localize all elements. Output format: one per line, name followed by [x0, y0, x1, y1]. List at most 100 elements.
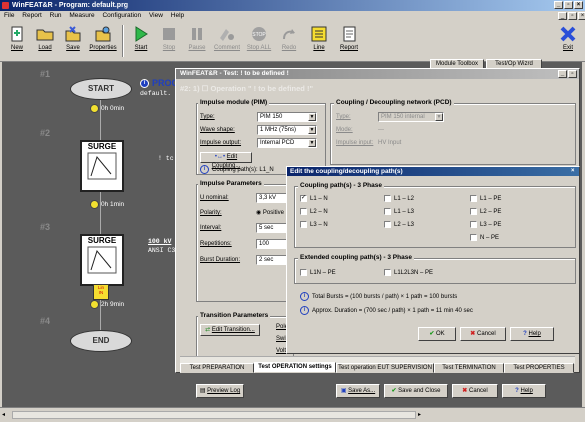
mdi-close-button[interactable]: × [578, 12, 585, 20]
menu-measure[interactable]: Measure [69, 12, 94, 19]
clock-icon [90, 200, 99, 209]
new-file-icon [11, 26, 23, 42]
total-bursts-info: i Total Bursts = (100 bursts / path) × 1 … [300, 292, 457, 301]
sequence-connector [100, 80, 101, 350]
save-close-button[interactable]: ✔ Save and Close [384, 384, 448, 398]
mdi-restore-button[interactable]: ▫ [568, 12, 577, 20]
type-select[interactable]: PIM 150 ▼ [257, 112, 317, 122]
exit-icon [560, 26, 576, 42]
surge-node[interactable]: SURGE [80, 140, 124, 192]
tab-test-preparation[interactable]: Test PREPARATION [180, 363, 254, 373]
step-time: 0h 1min [90, 200, 124, 209]
pcd-title: Coupling / Decoupling network (PCD) [334, 99, 454, 106]
checkbox-l2-n[interactable]: L2 – N [300, 208, 328, 215]
pcd-group [330, 103, 576, 165]
pcd-mode-value: --- [378, 127, 384, 133]
scroll-left-arrow[interactable]: ◂ [2, 411, 10, 419]
exit-button[interactable]: Exit [555, 23, 581, 59]
tab-test-operation-settings[interactable]: Test OPERATION settings [254, 362, 336, 373]
pause-button[interactable]: Pause [184, 23, 210, 59]
impulse-module-title: Impulse module (PIM) [198, 99, 270, 106]
help-button[interactable]: ? Help [502, 384, 546, 398]
check-icon: ✔ [391, 388, 397, 394]
maximize-button[interactable]: ▫ [564, 1, 573, 9]
transition-icon: ⇄ [205, 327, 211, 333]
step-number: #1 [40, 69, 51, 79]
edit-coupling-button[interactable]: •↔• Edit Coupling... [200, 152, 252, 169]
test-window-title-bar: WinFEAT&R - Test: ! to be defined ! _ ▫ [176, 69, 579, 79]
test-minimize-button[interactable]: _ [558, 70, 567, 78]
new-button[interactable]: New [4, 23, 30, 59]
save-as-button[interactable]: ▣ Save As... [336, 384, 380, 398]
close-button[interactable]: × [574, 1, 583, 9]
checkbox-l2-l3[interactable]: L2 – L3 [384, 221, 414, 228]
mdi-minimize-button[interactable]: _ [558, 12, 567, 20]
chevron-down-icon: ▼ [435, 113, 443, 121]
surge-waveform-icon [87, 246, 117, 274]
chevron-down-icon: ▼ [308, 126, 316, 134]
checkbox-l1-pe[interactable]: L1 – PE [470, 195, 501, 202]
report-icon [343, 26, 356, 42]
save-icon [65, 26, 81, 42]
test-restore-button[interactable]: ▫ [568, 70, 577, 78]
redo-button[interactable]: Redo [276, 23, 302, 59]
properties-button[interactable]: Properties [88, 23, 118, 59]
tab-test-termination[interactable]: Test TERMINATION [434, 363, 504, 373]
tab-eut-supervision[interactable]: Test operation EUT SUPERVISION [336, 363, 434, 373]
report-button[interactable]: Report [336, 23, 362, 59]
info-icon: i [300, 306, 309, 315]
comment-button[interactable]: Comment [212, 23, 242, 59]
checkbox-l1l2l3n-pe[interactable]: L1L2L3N – PE [384, 269, 433, 276]
checkbox-l1-n[interactable]: ✓ L1 – N [300, 195, 328, 202]
coupling-info: i Coupling path(s): L1_N [200, 165, 274, 174]
start-button[interactable]: Start [128, 23, 154, 59]
menu-view[interactable]: View [149, 12, 163, 19]
start-node[interactable]: START [70, 78, 132, 100]
stop-icon [163, 28, 175, 40]
menu-help[interactable]: Help [171, 12, 184, 19]
waveshape-select[interactable]: 1 MHz (75ns) ▼ [257, 125, 317, 135]
tab-test-properties[interactable]: Test PROPERTIES [504, 363, 574, 373]
step-text: ! tc [158, 155, 174, 162]
main-scrollbar[interactable]: ◂ ▸ [0, 407, 585, 422]
line-button[interactable]: Line [306, 23, 332, 59]
impulse-output-select[interactable]: Internal PCD ▼ [257, 138, 317, 148]
save-button[interactable]: Save [60, 23, 86, 59]
pcd-input-label: Impulse input: [336, 140, 374, 146]
dialog-help-button[interactable]: ? Help [510, 327, 554, 341]
end-node[interactable]: END [70, 330, 132, 352]
checkbox-l1n-pe[interactable]: L1N – PE [300, 269, 336, 276]
waveshape-label: Wave shape: [200, 127, 235, 133]
checkbox-l1-l3[interactable]: L1 – L3 [384, 208, 414, 215]
checkbox-l3-pe[interactable]: L3 – PE [470, 221, 501, 228]
step-number: #3 [40, 222, 51, 232]
menu-configuration[interactable]: Configuration [102, 12, 141, 19]
transition-label-voltage: Volt [276, 348, 287, 354]
scroll-thumb[interactable] [12, 411, 416, 419]
polarity-radio[interactable]: ◉ Positive [256, 209, 284, 216]
cancel-icon: ✖ [462, 388, 468, 394]
preview-log-button[interactable]: ▤ Preview Log [196, 384, 244, 398]
scroll-right-arrow[interactable]: ▸ [418, 411, 426, 419]
menu-run[interactable]: Run [50, 12, 62, 19]
step-number: #4 [40, 316, 51, 326]
checkbox-l1-l2[interactable]: L1 – L2 [384, 195, 414, 202]
menu-file[interactable]: File [4, 12, 14, 19]
dialog-ok-button[interactable]: ✔ OK [418, 327, 456, 341]
checkbox-n-pe[interactable]: N – PE [470, 234, 499, 241]
clock-icon [90, 104, 99, 113]
menu-report[interactable]: Report [22, 12, 42, 19]
checkbox-l3-n[interactable]: L3 – N [300, 221, 328, 228]
dialog-close-icon[interactable]: × [571, 167, 575, 176]
edit-transition-button[interactable]: ⇄ Edit Transition... [200, 324, 260, 336]
stop-button[interactable]: Stop [156, 23, 182, 59]
load-button[interactable]: Load [32, 23, 58, 59]
dialog-cancel-button[interactable]: ✖ Cancel [460, 327, 506, 341]
cancel-button[interactable]: ✖ Cancel [452, 384, 498, 398]
surge-node[interactable]: SURGE [80, 234, 124, 286]
pcd-type-select[interactable]: PIM 150 internal ▼ [378, 112, 444, 122]
minimize-button[interactable]: _ [554, 1, 563, 9]
app-logo-icon [2, 2, 9, 9]
stop-all-button[interactable]: STOP Stop ALL [244, 23, 274, 59]
checkbox-l2-pe[interactable]: L2 – PE [470, 208, 501, 215]
